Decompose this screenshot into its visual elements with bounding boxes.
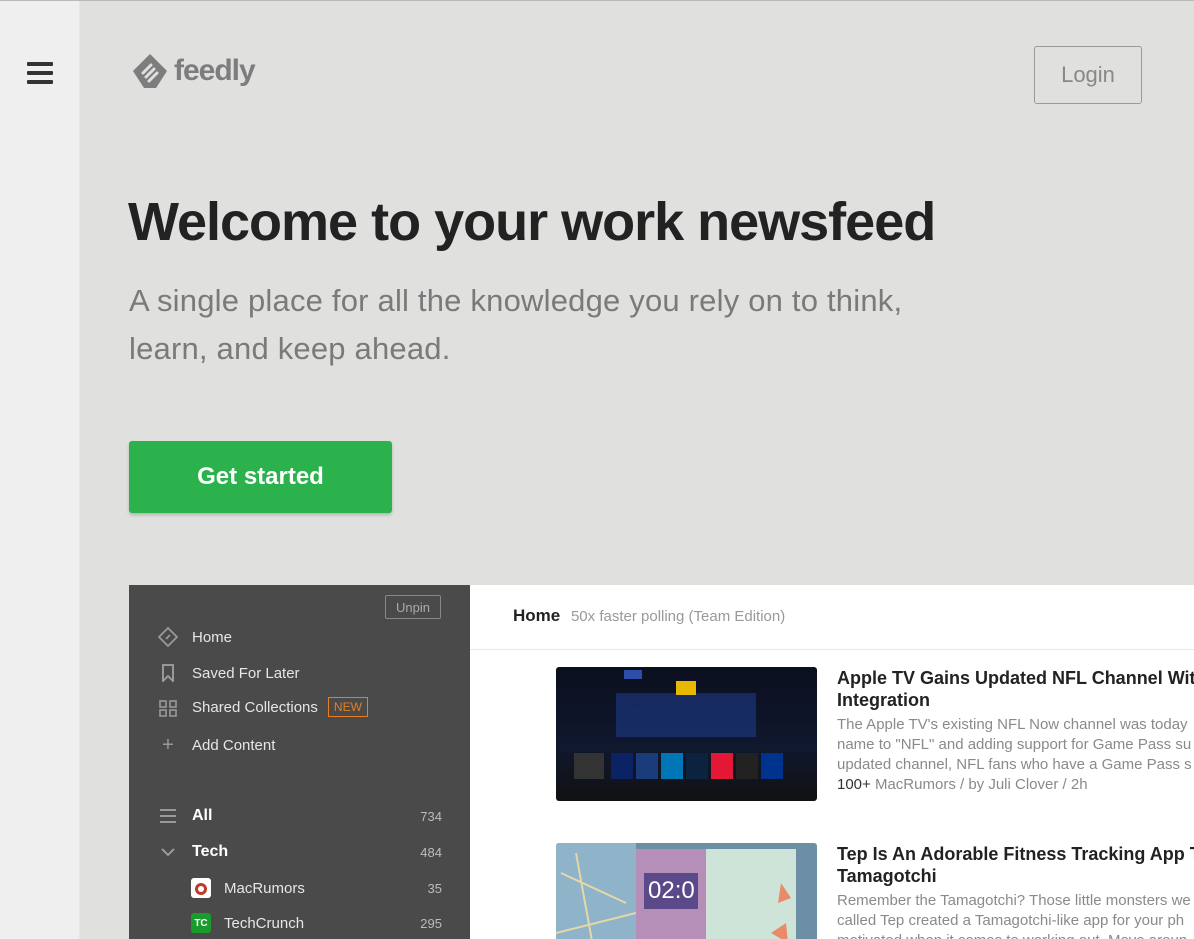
feed-macrumors[interactable]: MacRumors bbox=[191, 878, 305, 898]
main-header: Home 50x faster polling (Team Edition) bbox=[513, 606, 785, 626]
preview-main: Home 50x faster polling (Team Edition) A… bbox=[470, 585, 1194, 939]
article-title[interactable]: Apple TV Gains Updated NFL Channel Wit I… bbox=[837, 667, 1194, 711]
left-rail bbox=[0, 1, 80, 939]
brand-name: feedly bbox=[174, 54, 256, 87]
feed-techcrunch[interactable]: TC TechCrunch bbox=[191, 913, 304, 933]
macrumors-icon bbox=[191, 878, 211, 898]
sidebar-item-label: Home bbox=[192, 628, 233, 646]
product-preview: Unpin Home Saved For Later Shared Collec… bbox=[129, 585, 1194, 939]
feed-count: 484 bbox=[420, 845, 442, 860]
article-title[interactable]: Tep Is An Adorable Fitness Tracking App … bbox=[837, 843, 1194, 887]
feed-tech[interactable]: Tech bbox=[157, 842, 228, 862]
sidebar-item-label: Saved For Later bbox=[192, 664, 300, 682]
bookmark-icon bbox=[157, 663, 179, 683]
article-thumbnail: 02:0 bbox=[556, 843, 817, 939]
feed-count: 295 bbox=[420, 916, 442, 931]
hamburger-icon[interactable] bbox=[27, 62, 53, 86]
feedly-logo-icon bbox=[133, 54, 167, 88]
sidebar-item-add-content[interactable]: + Add Content bbox=[157, 733, 276, 756]
list-icon bbox=[157, 806, 179, 826]
sidebar-item-shared-collections[interactable]: Shared Collections NEW bbox=[157, 697, 368, 717]
feedly-logo[interactable]: feedly bbox=[130, 52, 256, 90]
get-started-button[interactable]: Get started bbox=[129, 441, 392, 513]
feed-label: Tech bbox=[192, 843, 229, 860]
hero-subtitle: A single place for all the knowledge you… bbox=[129, 283, 903, 366]
preview-sidebar: Unpin Home Saved For Later Shared Collec… bbox=[129, 585, 470, 939]
feed-all[interactable]: All bbox=[157, 806, 442, 826]
article-thumbnail bbox=[556, 667, 817, 801]
sidebar-item-label: Add Content bbox=[192, 736, 276, 754]
techcrunch-icon: TC bbox=[191, 913, 211, 933]
feed-count: 734 bbox=[420, 809, 442, 824]
plus-icon: + bbox=[162, 733, 174, 756]
main-title: Home bbox=[513, 606, 561, 625]
unpin-button[interactable]: Unpin bbox=[385, 595, 441, 619]
sidebar-item-saved[interactable]: Saved For Later bbox=[157, 663, 300, 683]
collections-icon bbox=[157, 697, 179, 717]
feedly-home-icon bbox=[157, 627, 179, 647]
article-meta: 100+ MacRumors / by Juli Clover / 2h bbox=[837, 776, 1088, 793]
feed-label: MacRumors bbox=[224, 879, 305, 897]
chevron-down-icon bbox=[157, 842, 179, 862]
article-snippet: Remember the Tamagotchi? Those little mo… bbox=[837, 892, 1191, 939]
new-badge: NEW bbox=[327, 697, 368, 717]
divider bbox=[470, 649, 1194, 650]
svg-text:02:0: 02:0 bbox=[648, 877, 695, 904]
feed-label: TechCrunch bbox=[224, 914, 305, 932]
feed-count: 35 bbox=[427, 881, 442, 896]
hero-title: Welcome to your work newsfeed bbox=[128, 192, 936, 252]
article-snippet: The Apple TV's existing NFL Now channel … bbox=[837, 715, 1194, 795]
main-subtitle: 50x faster polling (Team Edition) bbox=[570, 608, 786, 625]
sidebar-item-label: Shared Collections bbox=[192, 698, 318, 716]
feed-label: All bbox=[192, 807, 213, 824]
sidebar-item-home[interactable]: Home bbox=[157, 627, 232, 647]
login-button[interactable]: Login bbox=[1034, 46, 1142, 104]
